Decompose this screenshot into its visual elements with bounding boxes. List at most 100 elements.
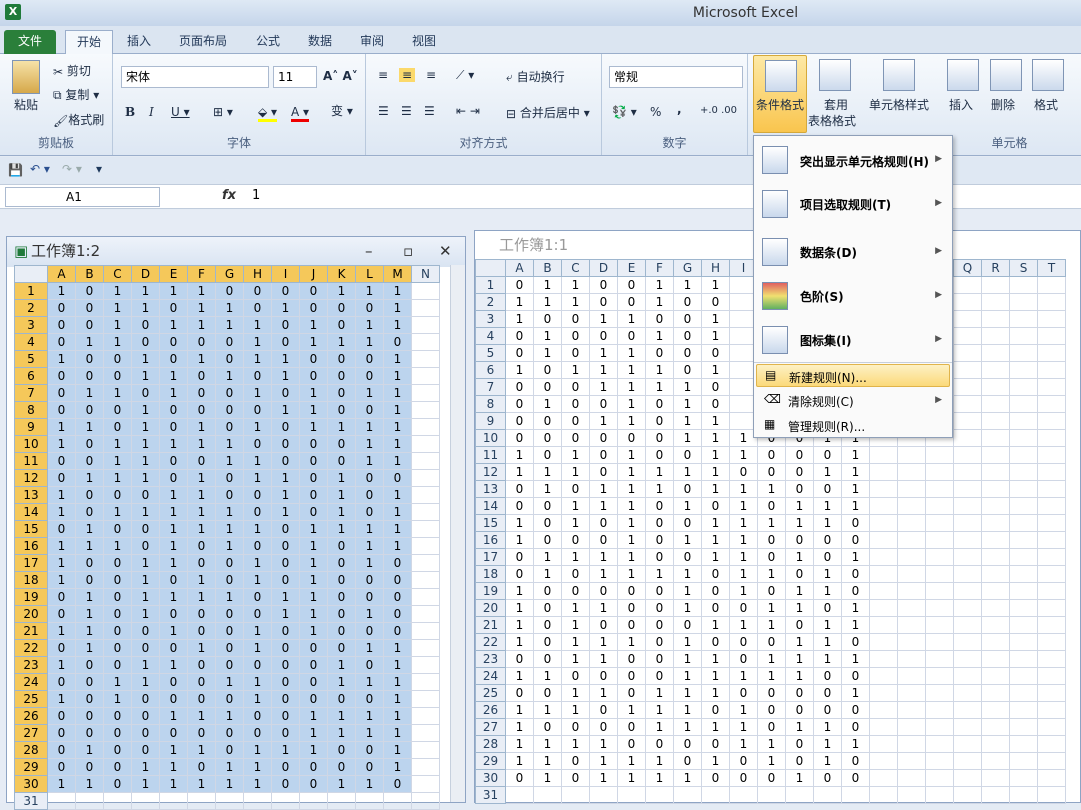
- cell[interactable]: 0: [701, 701, 730, 719]
- cell[interactable]: 1: [505, 582, 534, 600]
- cell[interactable]: 1: [645, 463, 674, 481]
- cell[interactable]: 0: [355, 690, 384, 708]
- cell[interactable]: [897, 752, 926, 770]
- column-header[interactable]: C: [561, 259, 590, 277]
- cell[interactable]: 1: [243, 673, 272, 691]
- cell[interactable]: 0: [215, 554, 244, 572]
- cell[interactable]: 1: [103, 299, 132, 317]
- cell[interactable]: [617, 786, 646, 804]
- menu-item-icon-sets[interactable]: 图标集(I) ▶: [756, 320, 950, 360]
- cell[interactable]: [1037, 378, 1066, 396]
- cell[interactable]: [953, 344, 982, 362]
- cell[interactable]: [925, 701, 954, 719]
- cell[interactable]: 1: [47, 690, 76, 708]
- cond-format-button[interactable]: 条件格式: [753, 55, 807, 133]
- cell[interactable]: [411, 316, 440, 334]
- cell[interactable]: 0: [533, 310, 562, 328]
- cell[interactable]: 1: [701, 548, 730, 566]
- cell[interactable]: 1: [645, 701, 674, 719]
- cell[interactable]: 0: [561, 582, 590, 600]
- cell[interactable]: 1: [243, 571, 272, 589]
- row-header[interactable]: 21: [475, 616, 506, 634]
- cell[interactable]: 0: [187, 384, 216, 402]
- cell[interactable]: [869, 463, 898, 481]
- cell[interactable]: 0: [785, 531, 814, 549]
- cell[interactable]: 1: [327, 469, 356, 487]
- cell[interactable]: 0: [215, 571, 244, 589]
- italic-button[interactable]: I: [149, 105, 154, 119]
- cell[interactable]: 0: [159, 639, 188, 657]
- cell[interactable]: 0: [729, 650, 758, 668]
- cell[interactable]: [869, 446, 898, 464]
- cell[interactable]: [411, 520, 440, 538]
- cell[interactable]: 1: [617, 769, 646, 787]
- font-name-select[interactable]: 宋体: [121, 66, 269, 88]
- cell[interactable]: [505, 786, 534, 804]
- cell[interactable]: 0: [159, 605, 188, 623]
- cell[interactable]: 1: [355, 724, 384, 742]
- cell[interactable]: [1037, 548, 1066, 566]
- cell[interactable]: 1: [729, 480, 758, 498]
- row-header[interactable]: 24: [14, 673, 48, 691]
- cell[interactable]: [1037, 565, 1066, 583]
- cell[interactable]: [869, 531, 898, 549]
- cell[interactable]: 0: [215, 486, 244, 504]
- cell[interactable]: [925, 599, 954, 617]
- cell[interactable]: 0: [327, 401, 356, 419]
- cell[interactable]: [327, 792, 356, 810]
- cell[interactable]: 1: [187, 299, 216, 317]
- cell[interactable]: 0: [243, 299, 272, 317]
- cell[interactable]: 1: [701, 531, 730, 549]
- cell[interactable]: 1: [103, 282, 132, 300]
- cell[interactable]: 1: [383, 418, 412, 436]
- cell[interactable]: 0: [215, 469, 244, 487]
- cell[interactable]: 0: [617, 327, 646, 345]
- cell[interactable]: 1: [131, 775, 160, 793]
- cell[interactable]: 0: [757, 497, 786, 515]
- cell[interactable]: 1: [187, 741, 216, 759]
- cell[interactable]: 1: [243, 520, 272, 538]
- cell[interactable]: 0: [103, 724, 132, 742]
- cell[interactable]: 0: [327, 384, 356, 402]
- row-header[interactable]: 16: [14, 537, 48, 555]
- cell[interactable]: [925, 548, 954, 566]
- cell[interactable]: [1037, 718, 1066, 736]
- cell[interactable]: 1: [561, 650, 590, 668]
- cell[interactable]: [925, 633, 954, 651]
- cell[interactable]: 1: [533, 293, 562, 311]
- cell[interactable]: 1: [505, 293, 534, 311]
- align-right-button[interactable]: ☰: [424, 104, 435, 118]
- cell[interactable]: 1: [355, 418, 384, 436]
- cell[interactable]: 0: [645, 344, 674, 362]
- cell[interactable]: 1: [355, 435, 384, 453]
- workbook-window-2[interactable]: ▣ 工作簿1:2 – ▫ ✕ ABCDEFGHIJKLMN11011110000…: [6, 236, 466, 810]
- cell[interactable]: [897, 599, 926, 617]
- cell[interactable]: [925, 463, 954, 481]
- row-header[interactable]: 23: [14, 656, 48, 674]
- fill-color-button[interactable]: ⬙ ▾: [258, 105, 278, 122]
- cell[interactable]: 1: [673, 718, 702, 736]
- cell[interactable]: 0: [131, 741, 160, 759]
- cell[interactable]: 1: [673, 684, 702, 702]
- cell[interactable]: 1: [243, 622, 272, 640]
- cell[interactable]: 0: [383, 554, 412, 572]
- cell[interactable]: 1: [47, 282, 76, 300]
- cell[interactable]: 0: [215, 401, 244, 419]
- cell[interactable]: 1: [131, 673, 160, 691]
- cell[interactable]: 0: [589, 616, 618, 634]
- cell[interactable]: 0: [505, 395, 534, 413]
- cell[interactable]: 0: [645, 531, 674, 549]
- cell[interactable]: 1: [47, 571, 76, 589]
- cell[interactable]: [897, 446, 926, 464]
- cell[interactable]: 1: [243, 775, 272, 793]
- cell[interactable]: 1: [645, 378, 674, 396]
- cell[interactable]: [981, 514, 1010, 532]
- cell[interactable]: 0: [645, 650, 674, 668]
- cell[interactable]: [897, 667, 926, 685]
- cell[interactable]: 0: [47, 605, 76, 623]
- cell[interactable]: 1: [215, 503, 244, 521]
- row-header[interactable]: 26: [14, 707, 48, 725]
- row-header[interactable]: 15: [475, 514, 506, 532]
- cell[interactable]: 0: [701, 378, 730, 396]
- cell[interactable]: 1: [589, 497, 618, 515]
